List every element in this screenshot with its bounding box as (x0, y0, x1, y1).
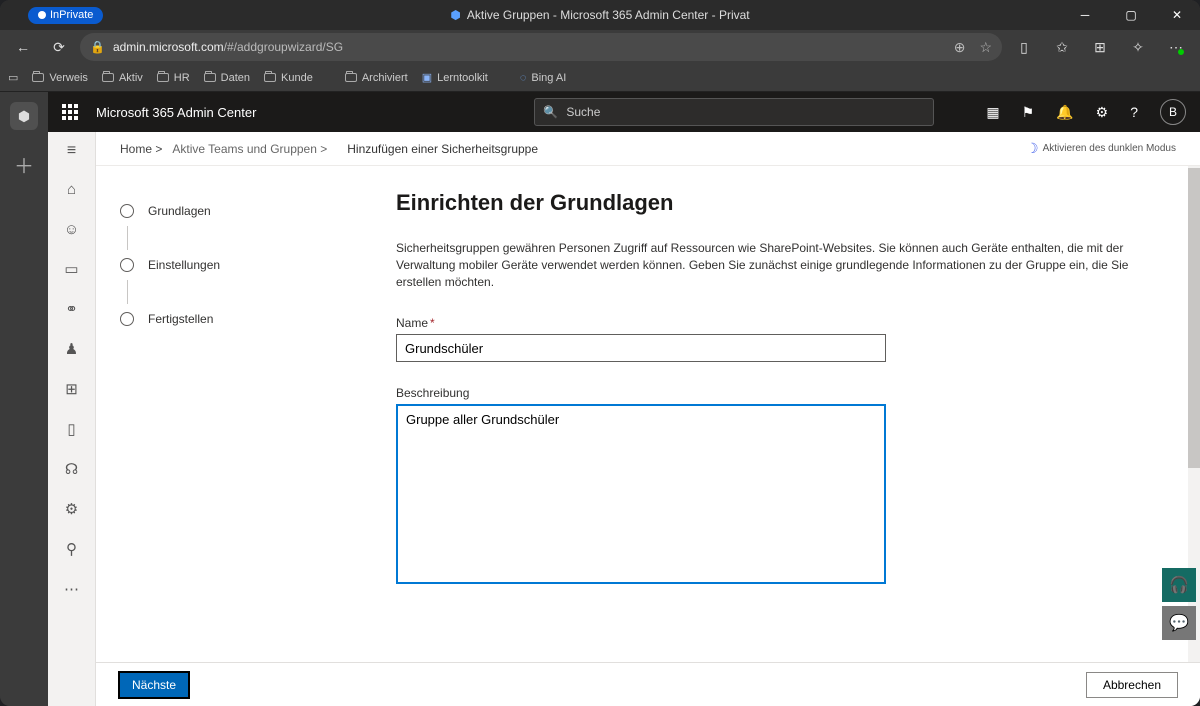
reading-list-icon[interactable]: ▯ (1008, 32, 1040, 62)
breadcrumb-level2[interactable]: Aktive Teams und Gruppen > (172, 142, 327, 156)
wizard-step[interactable]: Fertigstellen (120, 304, 372, 334)
nav-rail: ≡ ⌂ ☺ ▭ ⚭ ♟ ⊞ ▯ ☊ ⚙ ⚲ ⋯ (48, 132, 96, 706)
nav-home-icon[interactable]: ⌂ (59, 178, 85, 200)
window-minimize[interactable]: ─ (1062, 0, 1108, 30)
feedback-widget-icon[interactable]: 💬 (1162, 606, 1196, 640)
wizard-footer: Nächste Abbrechen (96, 662, 1200, 706)
url-input[interactable]: 🔒 admin.microsoft.com/#/addgroupwizard/S… (80, 33, 1002, 61)
lock-icon: 🔒 (90, 40, 105, 54)
address-bar: ← ⟳ 🔒 admin.microsoft.com/#/addgroupwiza… (0, 30, 1200, 64)
fav-item[interactable]: Verweis (32, 72, 88, 84)
sidebar-app-icon[interactable]: ⬢ (10, 102, 38, 130)
nav-devices-icon[interactable]: ▭ (59, 258, 85, 280)
nav-more-icon[interactable]: ⋯ (59, 578, 85, 600)
breadcrumb-home[interactable]: Home > (120, 142, 162, 156)
more-icon[interactable]: ⋯ (1160, 32, 1192, 62)
window-titlebar: InPrivate ⬢ Aktive Gruppen - Microsoft 3… (0, 0, 1200, 30)
header-settings-icon[interactable]: ⚙ (1096, 104, 1109, 121)
nav-setup-icon[interactable]: ⚲ (59, 538, 85, 560)
header-help-icon[interactable]: ? (1130, 104, 1138, 120)
fav-item[interactable]: HR (157, 72, 190, 84)
zoom-icon[interactable]: ⊕ (954, 39, 966, 56)
header-dashboard-icon[interactable]: ▦ (986, 104, 999, 121)
favorites-bar: ▭ Verweis Aktiv HR Daten Kunde Archivier… (0, 64, 1200, 92)
wizard-steps: Grundlagen Einstellungen Fertigstellen (96, 166, 396, 662)
page-heading: Einrichten der Grundlagen (396, 190, 1140, 216)
next-button[interactable]: Nächste (118, 671, 190, 699)
search-input[interactable]: 🔍 Suche (534, 98, 934, 126)
description-textarea[interactable] (396, 404, 886, 584)
window-maximize[interactable]: ▢ (1108, 0, 1154, 30)
nav-support-icon[interactable]: ☊ (59, 458, 85, 480)
tab-title: Aktive Gruppen - Microsoft 365 Admin Cen… (467, 8, 750, 22)
favorite-star-icon[interactable]: ☆ (979, 39, 992, 56)
search-icon: 🔍 (543, 105, 558, 119)
inprivate-badge: InPrivate (28, 7, 103, 24)
back-button[interactable]: ← (8, 32, 38, 62)
wizard-step[interactable]: Einstellungen (120, 250, 372, 280)
sidebar-add-button[interactable]: ＋ (10, 150, 38, 178)
refresh-button[interactable]: ⟳ (44, 32, 74, 62)
breadcrumb-bar: Home > Aktive Teams und Gruppen > Hinzuf… (96, 132, 1200, 166)
cancel-button[interactable]: Abbrechen (1086, 672, 1178, 698)
fav-item[interactable]: Archiviert (345, 72, 408, 84)
fav-item[interactable]: ▣Lerntoolkit (422, 71, 488, 84)
nav-settings-icon[interactable]: ⚙ (59, 498, 85, 520)
page-description: Sicherheitsgruppen gewähren Personen Zug… (396, 240, 1140, 290)
app-launcher-icon[interactable] (62, 104, 78, 120)
fav-item[interactable]: Aktiv (102, 72, 143, 84)
m365-header: Microsoft 365 Admin Center 🔍 Suche ▦ ⚑ 🔔… (48, 92, 1200, 132)
nav-groups-icon[interactable]: ⚭ (59, 298, 85, 320)
favorites-icon[interactable]: ✩ (1046, 32, 1078, 62)
header-avatar[interactable]: B (1160, 99, 1186, 125)
fav-item[interactable]: Daten (204, 72, 250, 84)
fav-item[interactable]: Kunde (264, 72, 313, 84)
header-bell-icon[interactable]: 🔔 (1056, 104, 1073, 121)
nav-users-icon[interactable]: ☺ (59, 218, 85, 240)
breadcrumb-current: Hinzufügen einer Sicherheitsgruppe (347, 142, 538, 156)
tab-favicon: ⬢ (450, 8, 460, 22)
nav-hamburger-icon[interactable]: ≡ (67, 142, 76, 160)
fav-item[interactable]: ◌Bing AI (520, 72, 566, 84)
nav-roles-icon[interactable]: ♟ (59, 338, 85, 360)
collections-icon[interactable]: ⊞ (1084, 32, 1116, 62)
moon-icon: ☽ (1026, 140, 1039, 157)
help-widget-icon[interactable]: 🎧 (1162, 568, 1196, 602)
name-input[interactable] (396, 334, 886, 362)
name-label: Name* (396, 316, 1140, 330)
description-label: Beschreibung (396, 386, 1140, 400)
wizard-step[interactable]: Grundlagen (120, 196, 372, 226)
nav-resources-icon[interactable]: ⊞ (59, 378, 85, 400)
header-flag-icon[interactable]: ⚑ (1022, 104, 1035, 121)
edge-sidebar: ⬢ ＋ (0, 92, 48, 706)
fav-placeholder-icon[interactable]: ▭ (8, 71, 18, 84)
dark-mode-toggle[interactable]: ☽ Aktivieren des dunklen Modus (1026, 140, 1176, 157)
nav-billing-icon[interactable]: ▯ (59, 418, 85, 440)
app-brand: Microsoft 365 Admin Center (96, 105, 256, 120)
extensions-icon[interactable]: ✧ (1122, 32, 1154, 62)
window-close[interactable]: ✕ (1154, 0, 1200, 30)
